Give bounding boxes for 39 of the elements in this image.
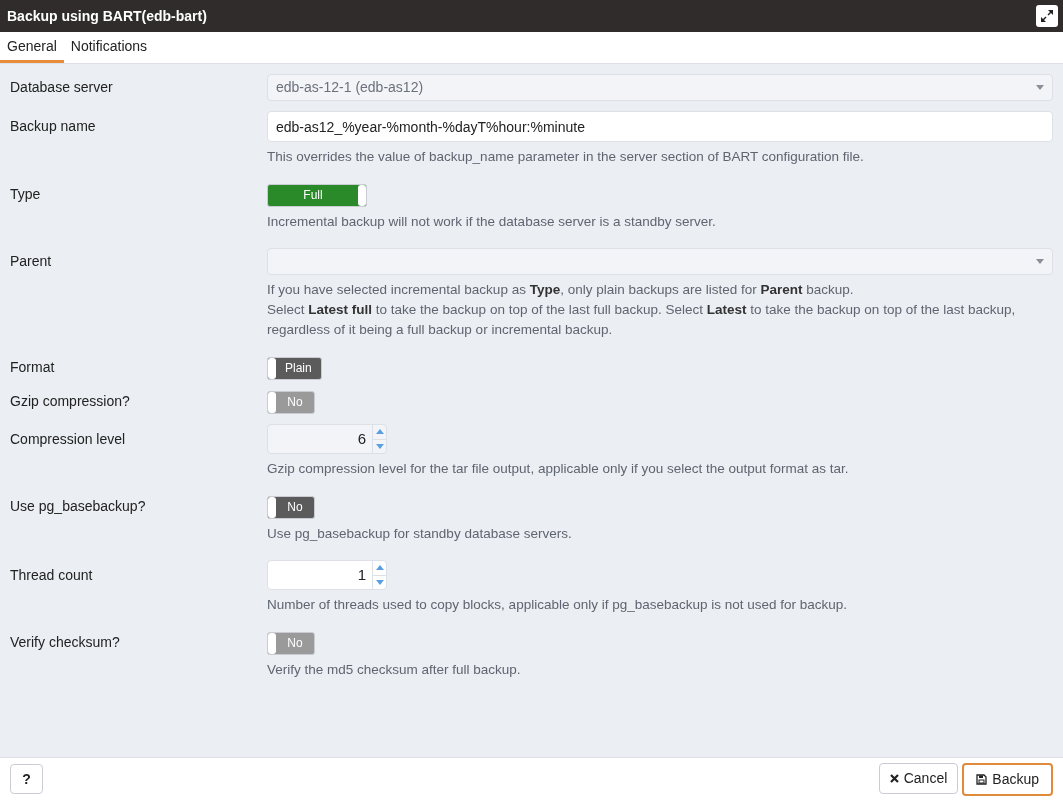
field-label: Backup name — [10, 117, 96, 136]
field-label: Compression level — [10, 429, 126, 449]
help-text: Number of threads used to copy blocks, applicable only if pg_basebackup is not used for backup. — [267, 596, 849, 614]
cancel-button[interactable]: Cancel — [878, 762, 959, 794]
down-arrow-icon[interactable] — [375, 579, 384, 585]
help-text: Use pg_basebackup for standby database servers. — [267, 525, 573, 543]
up-arrow-icon[interactable] — [375, 565, 384, 571]
help-text: This overrides the value of backup_name parameter in the server section of BART configuration file. — [267, 148, 865, 166]
field-label: Format — [10, 358, 55, 377]
toggle-switch[interactable]: Plain — [267, 356, 322, 380]
toggle-switch[interactable]: No — [267, 495, 315, 519]
close-icon — [889, 773, 899, 783]
field-label: Parent — [10, 252, 52, 271]
tab[interactable]: General — [0, 32, 64, 63]
expand-icon — [1040, 9, 1054, 23]
tab[interactable]: Notifications — [63, 32, 155, 63]
field-label: Thread count — [10, 565, 93, 585]
save-icon — [976, 773, 988, 785]
dropdown-caret-icon — [1036, 85, 1044, 90]
toggle-switch[interactable]: Full — [267, 183, 367, 207]
window-title: Backup using BART(edb-bart) — [7, 6, 207, 26]
field-label: Database server — [10, 78, 113, 97]
dropdown-caret-icon — [1036, 259, 1044, 264]
help-text: Verify the md5 checksum after full backup. — [267, 661, 522, 679]
number-spinner[interactable]: 1 — [267, 560, 387, 590]
help-button[interactable]: ? — [10, 764, 43, 794]
field-label: Use pg_basebackup? — [10, 497, 146, 516]
backup-button[interactable]: Backup — [962, 762, 1053, 796]
up-arrow-icon[interactable] — [375, 429, 384, 435]
help-text: Incremental backup will not work if the database server is a standby server. — [267, 213, 717, 231]
help-text: If you have selected incremental backup as Type, only plain backups are listed for Parent backup. — [267, 281, 855, 299]
maximize-button[interactable] — [1036, 5, 1058, 27]
help-text: Select Latest full to take the backup on top of the last full backup. Select Latest to take the backup on top of the last backup, regardless of it being a full backup or incremental backup. — [267, 301, 1017, 339]
select-value: edb-as-12-1 (edb-as12) — [276, 78, 424, 97]
field-label: Type — [10, 185, 41, 204]
text-field[interactable]: edb-as12_%year-%month-%dayT%hour:%minute — [267, 111, 1053, 142]
help-text: Gzip compression level for the tar file output, applicable only if you select the output format as tar. — [267, 460, 850, 478]
field-label: Gzip compression? — [10, 392, 130, 411]
field-label: Verify checksum? — [10, 633, 120, 652]
